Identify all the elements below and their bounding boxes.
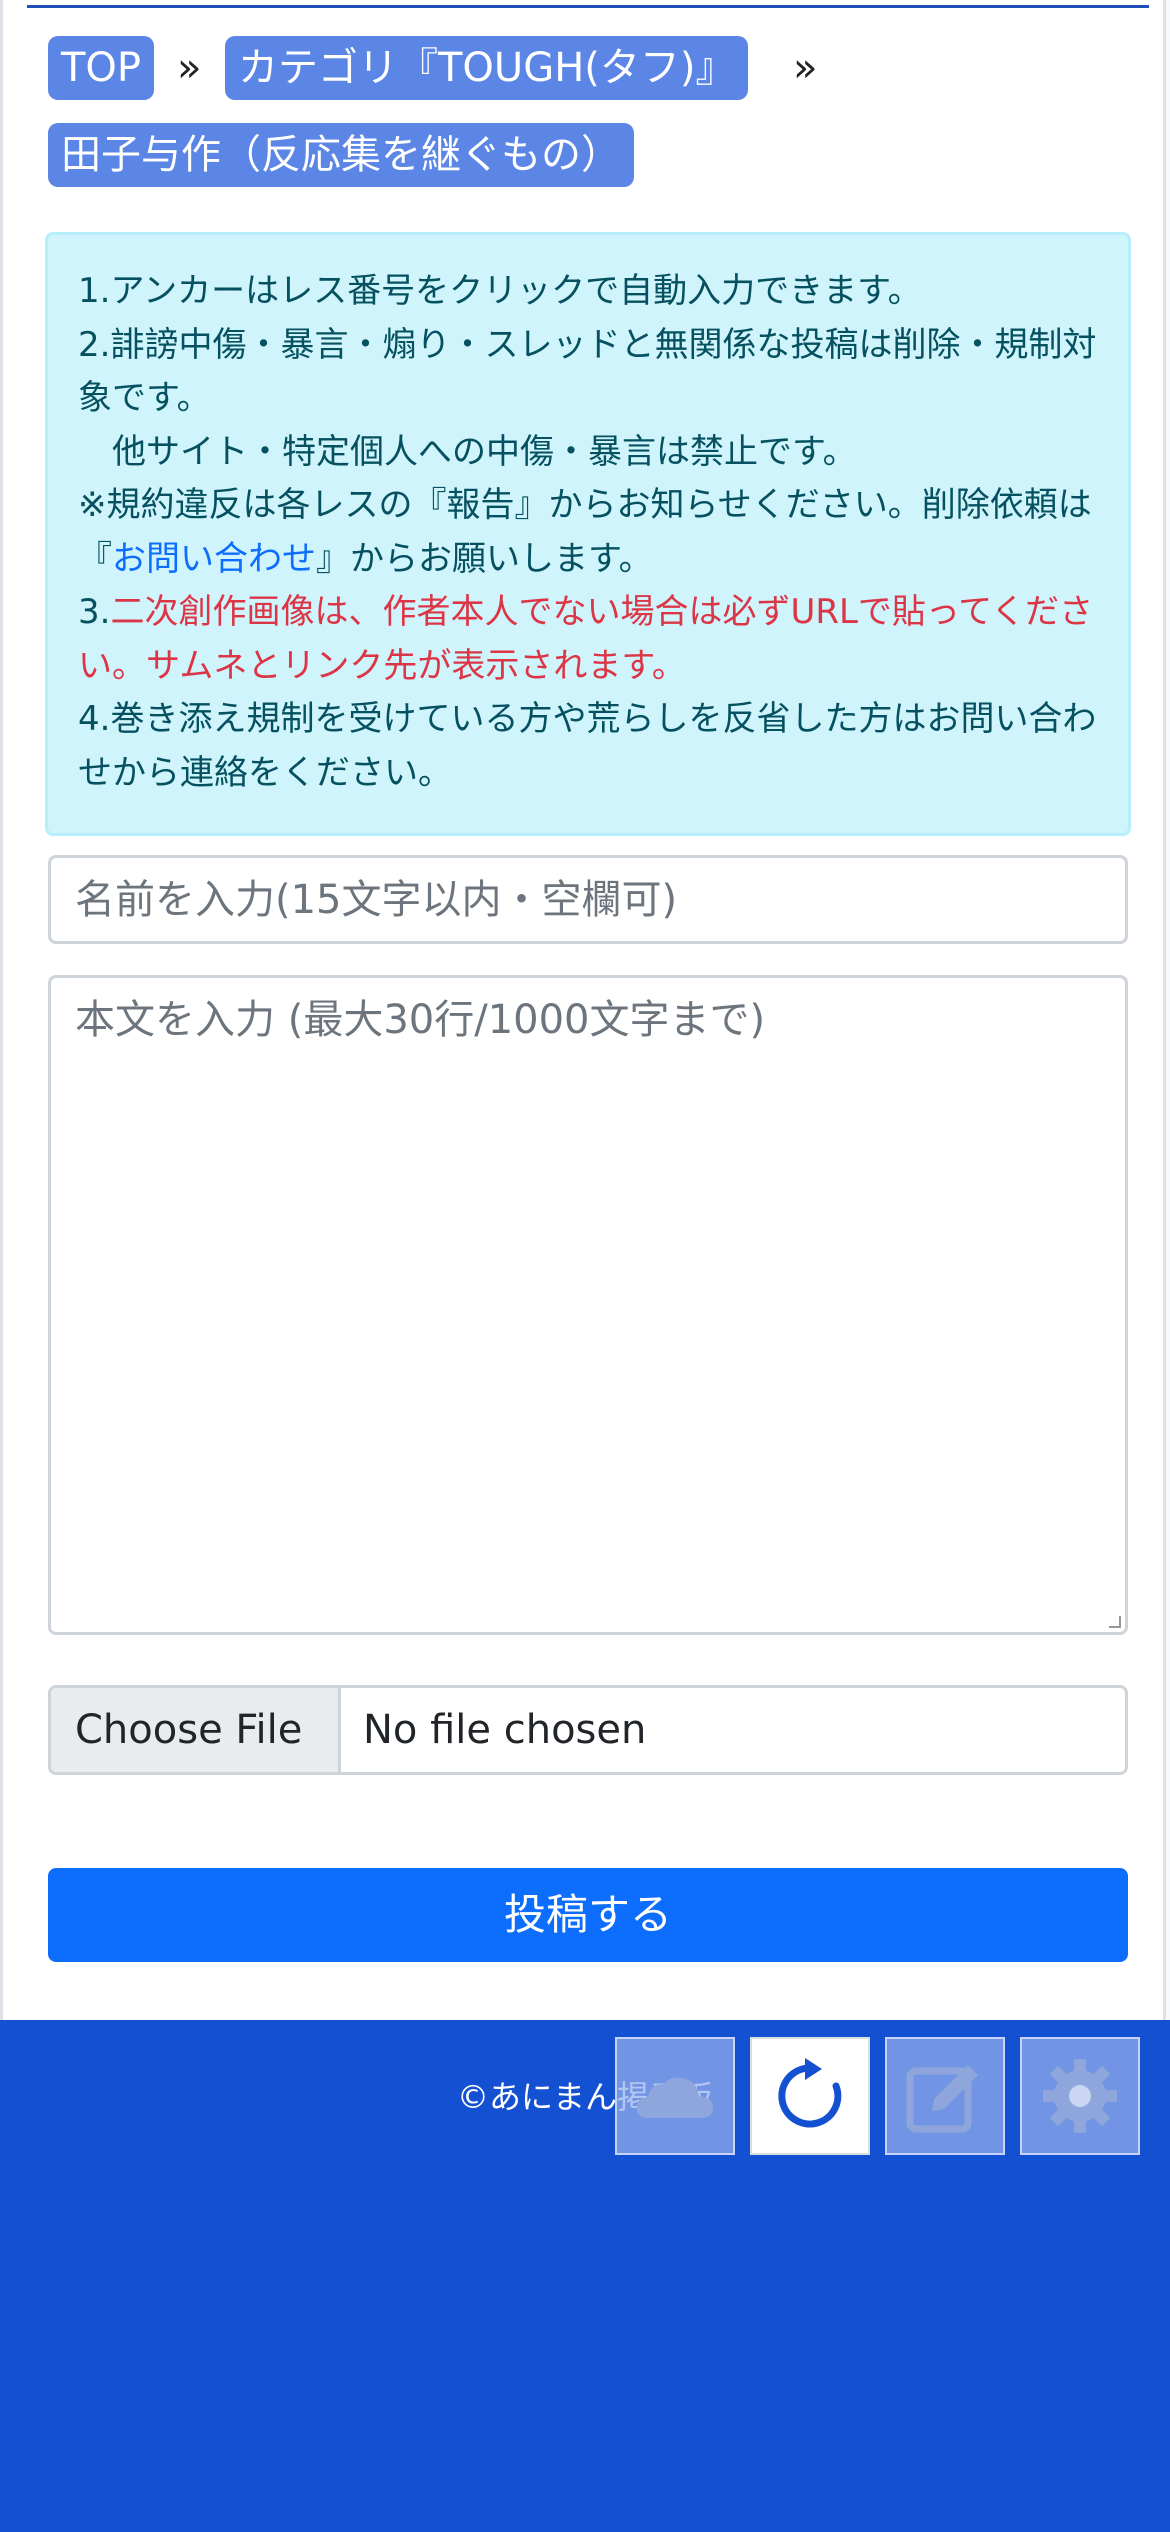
breadcrumb-top[interactable]: TOP <box>48 36 155 100</box>
notice-line: ※規約違反は各レスの『報告』からお知らせください。削除依頼は『お問い合わせ』から… <box>78 479 1098 586</box>
notice-line: 3.二次創作画像は、作者本人でない場合は必ずURLで貼ってください。サムネとリン… <box>78 586 1098 693</box>
breadcrumb-thread[interactable]: 田子与作（反応集を継ぐもの） <box>48 123 634 187</box>
body-placeholder: 本文を入力 (最大30行/1000文字まで) <box>75 997 766 1043</box>
breadcrumb-separator: » <box>793 45 818 91</box>
body-textarea[interactable]: 本文を入力 (最大30行/1000文字まで) <box>48 975 1128 1635</box>
breadcrumb-separator: » <box>177 45 202 91</box>
file-status: No file chosen <box>363 1707 647 1753</box>
notice-warning-text: 二次創作画像は、作者本人でない場合は必ずURLで貼ってください。サムネとリンク先… <box>78 592 1094 686</box>
cloud-upload-icon <box>637 2077 713 2118</box>
notice-text: 』からお願いします。 <box>316 538 653 579</box>
notice-text: 3. <box>78 592 111 632</box>
refresh-fab-button[interactable] <box>750 2037 870 2155</box>
edit-icon <box>906 2065 978 2133</box>
content-card: TOP » カテゴリ『TOUGH(タフ)』 » 田子与作（反応集を継ぐもの） 1… <box>0 0 1166 2020</box>
name-input[interactable]: 名前を入力(15文字以内・空欄可) <box>48 855 1128 944</box>
rules-notice: 1.アンカーはレス番号をクリックで自動入力できます。 2.誹謗中傷・暴言・煽り・… <box>45 232 1131 836</box>
breadcrumb-category[interactable]: カテゴリ『TOUGH(タフ)』 <box>225 36 749 100</box>
top-divider <box>27 5 1149 8</box>
gear-icon <box>1043 2059 1117 2133</box>
refresh-icon <box>778 2058 842 2128</box>
submit-button[interactable]: 投稿する <box>48 1868 1128 1962</box>
notice-line: 1.アンカーはレス番号をクリックで自動入力できます。 <box>78 271 922 311</box>
upload-fab-button[interactable] <box>615 2037 735 2155</box>
notice-line: 4.巻き添え規制を受けている方や荒らしを反省した方はお問い合わせから連絡をくださ… <box>78 699 1097 793</box>
edit-fab-button[interactable] <box>885 2037 1005 2155</box>
file-input[interactable]: Choose File No file chosen <box>48 1685 1128 1775</box>
notice-line: 2.誹謗中傷・暴言・煽り・スレッドと無関係な投稿は削除・規制対象です。 <box>78 324 1097 419</box>
contact-link[interactable]: お問い合わせ <box>112 539 316 579</box>
settings-fab-button[interactable] <box>1020 2037 1140 2155</box>
choose-file-button[interactable]: Choose File <box>51 1688 341 1772</box>
resize-grip-icon[interactable] <box>1109 1616 1121 1628</box>
notice-line: 他サイト・特定個人への中傷・暴言は禁止です。 <box>112 431 857 472</box>
